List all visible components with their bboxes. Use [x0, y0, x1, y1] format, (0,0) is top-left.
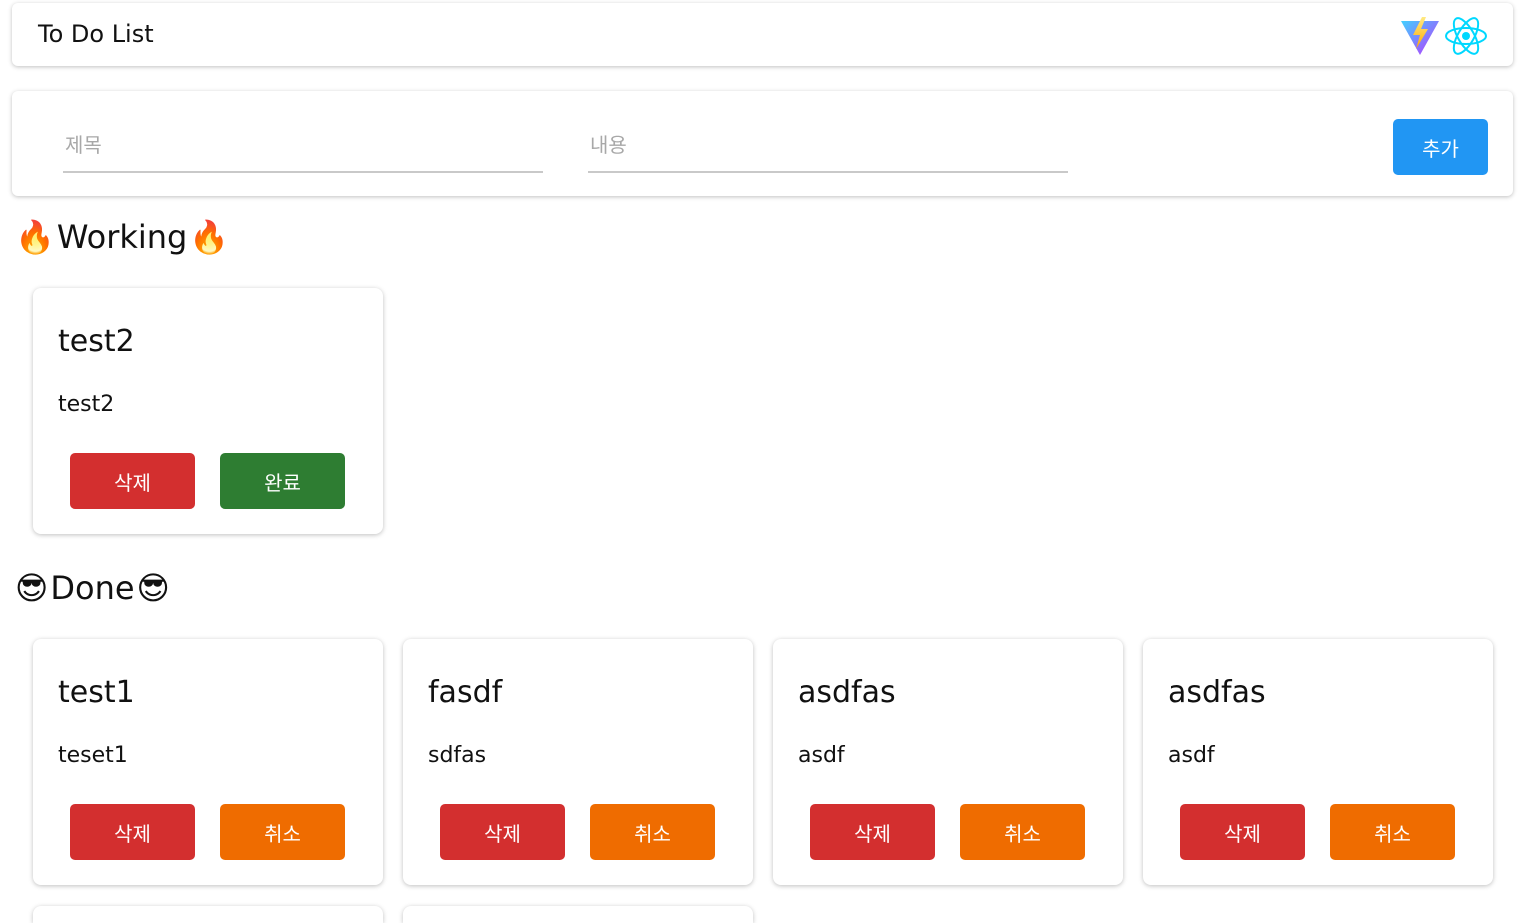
card-title: fasdf	[428, 675, 503, 710]
card-body: asdf	[1168, 743, 1215, 768]
fire-icon: 🔥	[15, 218, 55, 256]
sunglasses-icon: 😎	[136, 569, 170, 607]
complete-button[interactable]: 완료	[220, 453, 345, 509]
vite-logo-icon	[1401, 17, 1439, 55]
done-card: test1 teset1 삭제 취소	[33, 639, 383, 885]
done-heading-label: Done	[50, 569, 135, 607]
card-title: asdfas	[1168, 675, 1266, 710]
title-field-wrapper	[63, 121, 547, 173]
card-title: test1	[58, 675, 135, 710]
delete-button[interactable]: 삭제	[70, 804, 195, 860]
content-input[interactable]	[588, 121, 1072, 169]
cancel-button[interactable]: 취소	[220, 804, 345, 860]
card-body: test2	[58, 392, 115, 417]
cancel-button[interactable]: 취소	[590, 804, 715, 860]
cancel-button[interactable]: 취소	[960, 804, 1085, 860]
done-card: fasdf sdfas 삭제 취소	[403, 639, 753, 885]
content-field-wrapper	[588, 121, 1072, 173]
react-logo-icon	[1445, 17, 1487, 55]
done-card: asdfas asdf 삭제 취소	[1143, 639, 1493, 885]
card-body: asdf	[798, 743, 845, 768]
card-body: teset1	[58, 743, 128, 768]
done-heading: 😎 Done 😎	[15, 569, 170, 607]
card-title: asdfas	[798, 675, 896, 710]
delete-button[interactable]: 삭제	[440, 804, 565, 860]
done-card-partial	[33, 906, 383, 923]
card-title: test2	[58, 324, 135, 359]
done-card-partial	[403, 906, 753, 923]
cancel-button[interactable]: 취소	[1330, 804, 1455, 860]
header-logos	[1399, 13, 1489, 59]
delete-button[interactable]: 삭제	[70, 453, 195, 509]
card-body: sdfas	[428, 743, 487, 768]
working-card: test2 test2 삭제 완료	[33, 288, 383, 534]
title-input[interactable]	[63, 121, 547, 169]
add-button[interactable]: 추가	[1393, 119, 1488, 175]
done-card: asdfas asdf 삭제 취소	[773, 639, 1123, 885]
app-title: To Do List	[38, 20, 154, 48]
delete-button[interactable]: 삭제	[1180, 804, 1305, 860]
fire-icon: 🔥	[189, 218, 230, 256]
working-heading: 🔥 Working 🔥	[15, 218, 229, 256]
sunglasses-icon: 😎	[15, 569, 49, 607]
working-heading-label: Working	[56, 218, 188, 256]
todo-form: 추가	[12, 91, 1513, 196]
app-header: To Do List	[12, 3, 1513, 66]
delete-button[interactable]: 삭제	[810, 804, 935, 860]
